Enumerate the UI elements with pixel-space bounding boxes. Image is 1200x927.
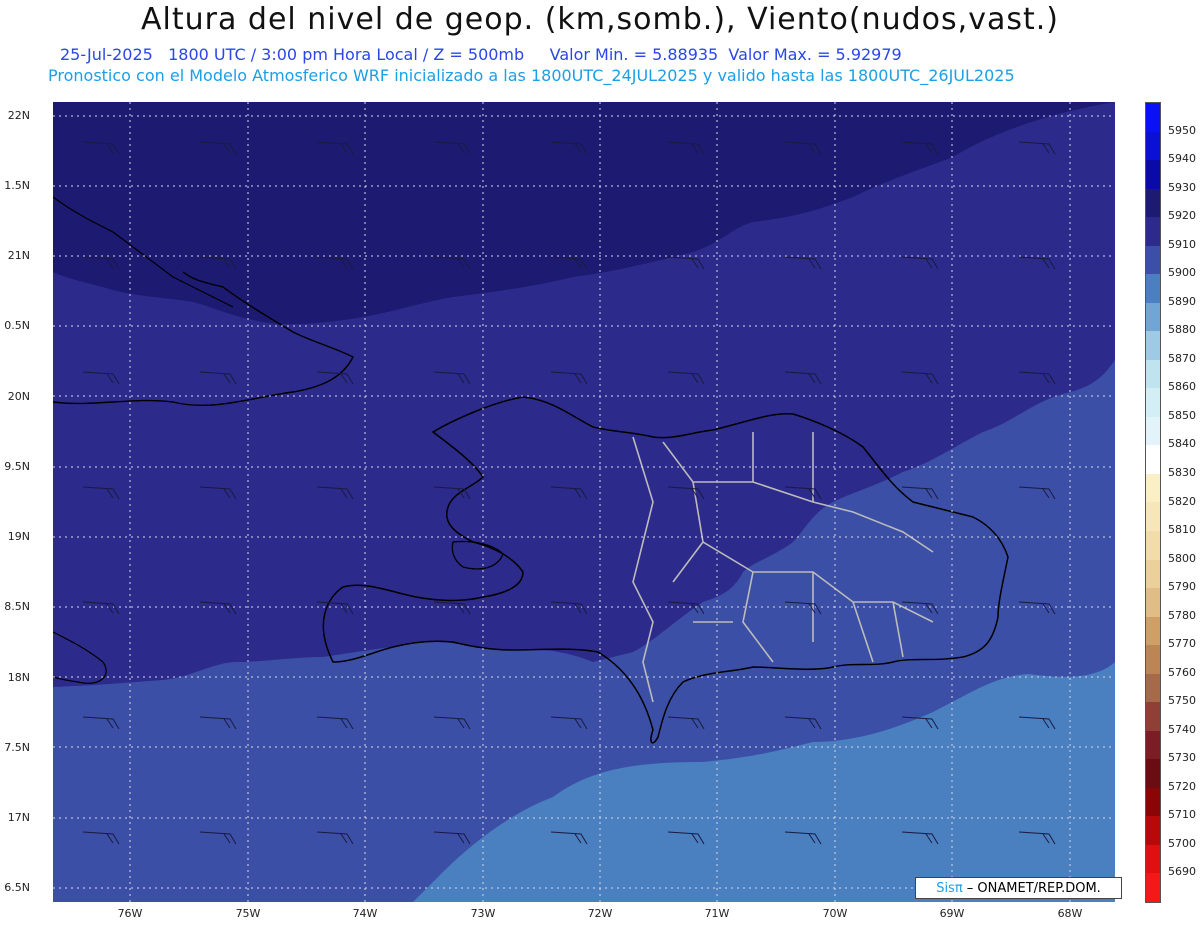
colorbar-segment <box>1146 359 1160 389</box>
colorbar-label: 5700 <box>1168 836 1196 850</box>
colorbar-label: 5790 <box>1168 580 1196 594</box>
colorbar-segment <box>1146 217 1160 246</box>
colorbar-label: 5780 <box>1168 608 1196 622</box>
time-label: 1800 UTC / 3:00 pm Hora Local / Z = 500m… <box>168 45 525 64</box>
map-panel <box>53 102 1115 902</box>
colorbar-label: 5950 <box>1168 123 1196 137</box>
colorbar-segment <box>1146 131 1160 161</box>
colorbar-label: 5760 <box>1168 665 1196 679</box>
lat-label: 20N <box>7 390 30 403</box>
lon-label: 74W <box>352 907 378 920</box>
colorbar <box>1145 102 1161 903</box>
lat-label: 18N <box>7 671 30 684</box>
lon-label: 70W <box>822 907 848 920</box>
colorbar-segment <box>1146 702 1160 731</box>
colorbar-segment <box>1146 759 1160 788</box>
colorbar-label: 5920 <box>1168 209 1196 223</box>
colorbar-segment <box>1146 188 1160 218</box>
colorbar-segment <box>1146 787 1160 817</box>
colorbar-label: 5800 <box>1168 551 1196 565</box>
colorbar-segment <box>1146 445 1160 474</box>
lat-label: 0.5N <box>4 319 30 332</box>
colorbar-label: 5860 <box>1168 380 1196 394</box>
colorbar-label: 5870 <box>1168 351 1196 365</box>
lon-label: 71W <box>704 907 730 920</box>
colorbar-label: 5810 <box>1168 523 1196 537</box>
colorbar-segment <box>1146 416 1160 446</box>
colorbar-label: 5730 <box>1168 751 1196 765</box>
colorbar-segment <box>1146 559 1160 589</box>
colorbar-segment <box>1146 502 1160 531</box>
lat-label: 21N <box>7 249 30 262</box>
colorbar-label: 5710 <box>1168 808 1196 822</box>
lon-label: 75W <box>235 907 261 920</box>
colorbar-segment <box>1146 873 1160 902</box>
colorbar-segment <box>1146 302 1160 332</box>
colorbar-segment <box>1146 673 1160 703</box>
colorbar-segment <box>1146 730 1160 760</box>
colorbar-label: 5900 <box>1168 266 1196 280</box>
colorbar-segment <box>1146 245 1160 275</box>
colorbar-label: 5880 <box>1168 323 1196 337</box>
colorbar-segment <box>1146 473 1160 503</box>
lat-label: 7.5N <box>4 741 30 754</box>
colorbar-label: 5910 <box>1168 237 1196 251</box>
subtitle-line: 25-Jul-2025 1800 UTC / 3:00 pm Hora Loca… <box>60 45 902 64</box>
credit-box: Sisπ – ONAMET/REP.DOM. <box>915 877 1122 899</box>
colorbar-label: 5850 <box>1168 408 1196 422</box>
lat-label: 22N <box>7 109 30 122</box>
forecast-note: Pronostico con el Modelo Atmosferico WRF… <box>48 66 1015 85</box>
credit-text: – ONAMET/REP.DOM. <box>962 881 1101 896</box>
max-value-label: Valor Max. = 5.92979 <box>728 45 902 64</box>
lat-label: 17N <box>7 811 30 824</box>
colorbar-label: 5890 <box>1168 294 1196 308</box>
lat-label: 19N <box>7 530 30 543</box>
colorbar-segment <box>1146 160 1160 189</box>
colorbar-segment <box>1146 816 1160 845</box>
colorbar-label: 5820 <box>1168 494 1196 508</box>
lon-label: 73W <box>470 907 496 920</box>
lat-label: 6.5N <box>4 881 30 894</box>
colorbar-segment <box>1146 274 1160 303</box>
lon-label: 69W <box>939 907 965 920</box>
colorbar-segment <box>1146 331 1160 360</box>
colorbar-segment <box>1146 103 1160 132</box>
map-svg <box>53 102 1115 902</box>
colorbar-segment <box>1146 616 1160 646</box>
lat-label: 9.5N <box>4 460 30 473</box>
colorbar-label: 5690 <box>1168 865 1196 879</box>
min-value-label: Valor Min. = 5.88935 <box>549 45 719 64</box>
date-label: 25-Jul-2025 <box>60 45 153 64</box>
colorbar-label: 5830 <box>1168 465 1196 479</box>
lat-label: 1.5N <box>4 179 30 192</box>
colorbar-label: 5750 <box>1168 694 1196 708</box>
colorbar-segment <box>1146 530 1160 560</box>
map-title: Altura del nivel de geop. (km,somb.), Vi… <box>141 2 1059 37</box>
colorbar-label: 5840 <box>1168 437 1196 451</box>
lat-label: 8.5N <box>4 600 30 613</box>
sispi-logo: Sisπ <box>936 881 963 896</box>
lon-label: 76W <box>117 907 143 920</box>
colorbar-label: 5770 <box>1168 637 1196 651</box>
colorbar-label: 5740 <box>1168 722 1196 736</box>
lon-label: 72W <box>587 907 613 920</box>
colorbar-label: 5940 <box>1168 152 1196 166</box>
colorbar-segment <box>1146 388 1160 417</box>
colorbar-segment <box>1146 844 1160 874</box>
colorbar-segment <box>1146 645 1160 674</box>
colorbar-label: 5720 <box>1168 779 1196 793</box>
colorbar-label: 5930 <box>1168 180 1196 194</box>
colorbar-segment <box>1146 588 1160 617</box>
lon-label: 68W <box>1057 907 1083 920</box>
